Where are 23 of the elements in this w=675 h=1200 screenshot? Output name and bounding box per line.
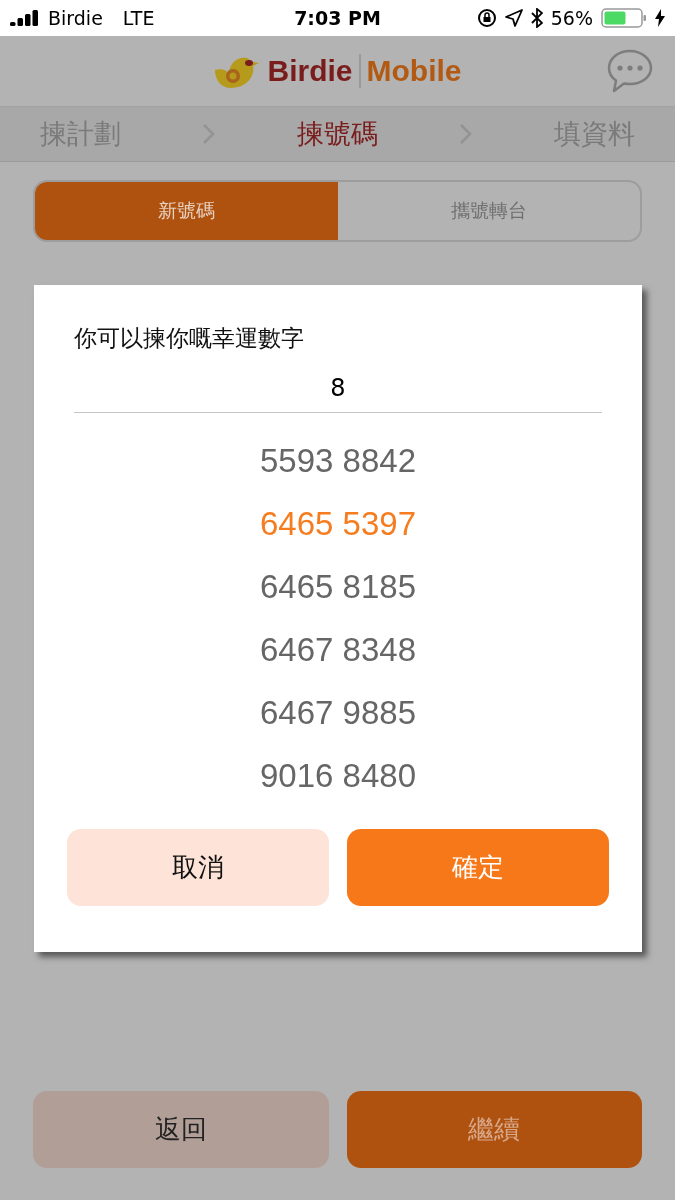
charging-icon: [655, 9, 665, 27]
logo-subtext: Mobile: [358, 54, 462, 88]
battery-percent: 56%: [550, 7, 593, 29]
chat-icon[interactable]: [607, 48, 653, 94]
carrier-name: Birdie: [48, 7, 103, 29]
phone-number-option[interactable]: 6467 9885: [260, 681, 416, 744]
signal-icon: [10, 10, 40, 26]
cancel-button[interactable]: 取消: [67, 829, 329, 906]
back-button[interactable]: 返回: [33, 1091, 329, 1168]
phone-number-option[interactable]: 6467 8348: [260, 618, 416, 681]
location-icon: [504, 9, 523, 27]
clock-time: 7:03 PM: [294, 7, 381, 29]
dialog-title: 你可以揀你嘅幸運數字: [74, 324, 305, 353]
rotation-lock-icon: [476, 8, 497, 28]
phone-number-option[interactable]: 5593 8842: [260, 429, 416, 492]
step-label: 揀號碼: [297, 117, 378, 151]
segment-tab[interactable]: 新號碼: [35, 182, 338, 240]
network-type: LTE: [122, 7, 155, 29]
phone-number-option[interactable]: 9016 8480: [260, 744, 416, 807]
logo-text: Birdie: [267, 54, 353, 88]
battery-icon: [601, 8, 647, 28]
phone-number-option[interactable]: 6465 8185: [260, 555, 416, 618]
bluetooth-icon: [530, 8, 543, 28]
